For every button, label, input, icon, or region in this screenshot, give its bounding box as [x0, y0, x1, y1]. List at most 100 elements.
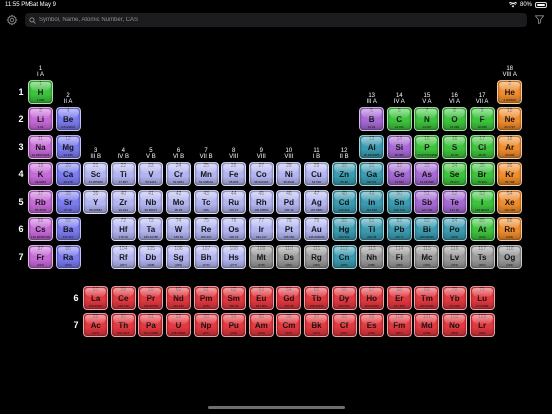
element-cell-tl[interactable]: 81 Tl 204.38 [359, 217, 385, 241]
element-cell-fe[interactable]: 26 Fe 55.845 [221, 162, 247, 186]
element-cell-ta[interactable]: 73 Ta 180.94788 [138, 217, 164, 241]
element-cell-mt[interactable]: 109 Mt (278) [248, 245, 274, 269]
element-cell-eu[interactable]: 63 Eu 151.964 [248, 286, 274, 310]
element-cell-no[interactable]: 102 No (259) [442, 313, 467, 337]
element-cell-rg[interactable]: 111 Rg (282) [304, 245, 329, 269]
element-cell-np[interactable]: 93 Np (237) [193, 313, 219, 337]
element-cell-rb[interactable]: 37 Rb 85.4678 [28, 190, 53, 214]
element-cell-la[interactable]: 57 La 138.90547 [83, 286, 109, 310]
element-cell-k[interactable]: 19 K 39.0983 [28, 162, 53, 186]
home-indicator[interactable] [208, 406, 345, 409]
element-cell-ds[interactable]: 110 Ds (281) [276, 245, 302, 269]
gear-icon[interactable] [6, 14, 18, 26]
element-cell-cd[interactable]: 48 Cd 112.414 [331, 190, 357, 214]
element-cell-kr[interactable]: 36 Kr 83.798 [497, 162, 523, 186]
element-cell-mc[interactable]: 115 Mc (290) [414, 245, 440, 269]
element-cell-ce[interactable]: 58 Ce 140.116 [110, 286, 136, 310]
element-cell-cn[interactable]: 112 Cn (285) [331, 245, 357, 269]
element-cell-sm[interactable]: 62 Sm 150.36 [221, 286, 247, 310]
element-cell-c[interactable]: 6 C 12.011 [386, 107, 412, 131]
element-cell-ni[interactable]: 28 Ni 58.6934 [276, 162, 302, 186]
element-cell-o[interactable]: 8 O 15.999 [442, 107, 467, 131]
element-cell-hs[interactable]: 108 Hs (277) [221, 245, 247, 269]
element-cell-pt[interactable]: 78 Pt 195.084 [276, 217, 302, 241]
element-cell-bh[interactable]: 107 Bh (270) [193, 245, 219, 269]
element-cell-ti[interactable]: 22 Ti 47.867 [110, 162, 136, 186]
element-cell-gd[interactable]: 64 Gd 157.25 [276, 286, 302, 310]
element-cell-tc[interactable]: 43 Tc (98) [193, 190, 219, 214]
element-cell-mg[interactable]: 12 Mg 24.305 [55, 135, 81, 159]
element-cell-ho[interactable]: 67 Ho 164.93033 [359, 286, 385, 310]
element-cell-li[interactable]: 3 Li 6.94 [28, 107, 53, 131]
element-cell-p[interactable]: 15 P 30.973761998 [414, 135, 440, 159]
element-cell-sc[interactable]: 21 Sc 44.955908 [83, 162, 109, 186]
element-cell-n[interactable]: 7 N 14.007 [414, 107, 440, 131]
element-cell-am[interactable]: 95 Am (243) [248, 313, 274, 337]
element-cell-nb[interactable]: 41 Nb 92.90637 [138, 190, 164, 214]
element-cell-ir[interactable]: 77 Ir 192.217 [248, 217, 274, 241]
element-cell-as[interactable]: 33 As 74.921595 [414, 162, 440, 186]
element-cell-zn[interactable]: 30 Zn 65.38 [331, 162, 357, 186]
element-cell-bk[interactable]: 97 Bk (247) [304, 313, 329, 337]
element-cell-in[interactable]: 49 In 114.818 [359, 190, 385, 214]
element-cell-ar[interactable]: 18 Ar 39.948 [497, 135, 523, 159]
element-cell-fm[interactable]: 100 Fm (257) [386, 313, 412, 337]
element-cell-cf[interactable]: 98 Cf (251) [331, 313, 357, 337]
element-cell-na[interactable]: 11 Na 22.98976928 [28, 135, 53, 159]
element-cell-xe[interactable]: 54 Xe 131.293 [497, 190, 523, 214]
element-cell-og[interactable]: 118 Og (294) [497, 245, 523, 269]
element-cell-lr[interactable]: 103 Lr (266) [469, 313, 495, 337]
element-cell-th[interactable]: 90 Th 232.0377 [110, 313, 136, 337]
element-cell-pa[interactable]: 91 Pa 231.03588 [138, 313, 164, 337]
element-cell-y[interactable]: 39 Y 88.90584 [83, 190, 109, 214]
element-cell-i[interactable]: 53 I 126.90447 [469, 190, 495, 214]
element-cell-tb[interactable]: 65 Tb 158.92535 [304, 286, 329, 310]
element-cell-v[interactable]: 23 V 50.9415 [138, 162, 164, 186]
element-cell-pu[interactable]: 94 Pu (244) [221, 313, 247, 337]
filter-icon[interactable] [534, 14, 545, 25]
element-cell-rf[interactable]: 104 Rf (267) [110, 245, 136, 269]
element-cell-ts[interactable]: 117 Ts (294) [469, 245, 495, 269]
element-cell-pd[interactable]: 46 Pd 106.42 [276, 190, 302, 214]
element-cell-sb[interactable]: 51 Sb 121.760 [414, 190, 440, 214]
element-cell-fr[interactable]: 87 Fr (223) [28, 245, 53, 269]
element-cell-ga[interactable]: 31 Ga 69.723 [359, 162, 385, 186]
element-cell-nd[interactable]: 60 Nd 144.242 [166, 286, 191, 310]
element-cell-sn[interactable]: 50 Sn 118.710 [386, 190, 412, 214]
element-cell-br[interactable]: 35 Br 79.904 [469, 162, 495, 186]
element-cell-mo[interactable]: 42 Mo 95.95 [166, 190, 191, 214]
element-cell-mn[interactable]: 25 Mn 54.938044 [193, 162, 219, 186]
element-cell-er[interactable]: 68 Er 167.259 [386, 286, 412, 310]
element-cell-os[interactable]: 76 Os 190.23 [221, 217, 247, 241]
element-cell-sr[interactable]: 38 Sr 87.62 [55, 190, 81, 214]
element-cell-te[interactable]: 52 Te 127.60 [442, 190, 467, 214]
element-cell-bi[interactable]: 83 Bi 208.98040 [414, 217, 440, 241]
element-cell-es[interactable]: 99 Es (252) [359, 313, 385, 337]
element-cell-co[interactable]: 27 Co 58.933194 [248, 162, 274, 186]
element-cell-lv[interactable]: 116 Lv (293) [442, 245, 467, 269]
element-cell-fl[interactable]: 114 Fl (289) [386, 245, 412, 269]
element-cell-lu[interactable]: 71 Lu 174.9668 [469, 286, 495, 310]
element-cell-ne[interactable]: 10 Ne 20.1797 [497, 107, 523, 131]
search-input[interactable] [39, 17, 509, 23]
element-cell-md[interactable]: 101 Md (258) [414, 313, 440, 337]
element-cell-nh[interactable]: 113 Nh (286) [359, 245, 385, 269]
element-cell-be[interactable]: 4 Be 9.0121831 [55, 107, 81, 131]
element-cell-re[interactable]: 75 Re 186.207 [193, 217, 219, 241]
element-cell-hf[interactable]: 72 Hf 178.49 [110, 217, 136, 241]
element-cell-cl[interactable]: 17 Cl 35.45 [469, 135, 495, 159]
element-cell-zr[interactable]: 40 Zr 91.224 [110, 190, 136, 214]
element-cell-hg[interactable]: 80 Hg 200.592 [331, 217, 357, 241]
element-cell-u[interactable]: 92 U 238.02891 [166, 313, 191, 337]
element-cell-s[interactable]: 16 S 32.06 [442, 135, 467, 159]
element-cell-cs[interactable]: 55 Cs 132.90545196 [28, 217, 53, 241]
search-bar[interactable] [25, 13, 527, 27]
element-cell-cr[interactable]: 24 Cr 51.9961 [166, 162, 191, 186]
element-cell-pb[interactable]: 82 Pb 207.2 [386, 217, 412, 241]
element-cell-se[interactable]: 34 Se 78.971 [442, 162, 467, 186]
element-cell-al[interactable]: 13 Al 26.9815385 [359, 135, 385, 159]
element-cell-po[interactable]: 84 Po (209) [442, 217, 467, 241]
element-cell-ge[interactable]: 32 Ge 72.630 [386, 162, 412, 186]
element-cell-sg[interactable]: 106 Sg (269) [166, 245, 191, 269]
element-cell-si[interactable]: 14 Si 28.085 [386, 135, 412, 159]
